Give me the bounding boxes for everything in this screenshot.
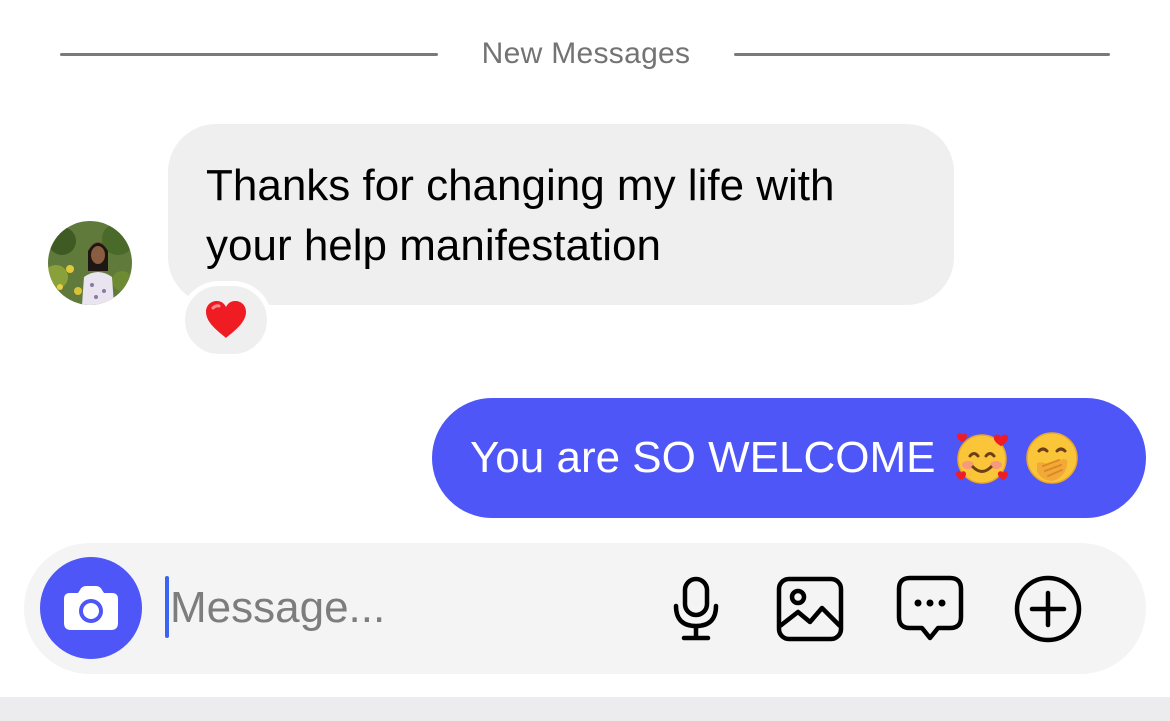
message-composer bbox=[24, 543, 1146, 674]
plus-icon bbox=[1014, 575, 1082, 643]
incoming-message-line: your help manifestation bbox=[206, 221, 661, 270]
sticker-button[interactable] bbox=[894, 573, 966, 645]
bottom-safe-area bbox=[0, 697, 1170, 721]
voice-message-button[interactable] bbox=[660, 573, 732, 645]
outgoing-message-text: You are SO WELCOME bbox=[470, 433, 936, 482]
more-options-button[interactable] bbox=[1012, 573, 1084, 645]
message-reaction[interactable] bbox=[180, 281, 272, 359]
incoming-message-text: Thanks for changing my life with your he… bbox=[206, 156, 946, 276]
gallery-icon bbox=[776, 576, 844, 642]
divider-line-right bbox=[734, 53, 1110, 56]
heart-emoji-icon bbox=[206, 301, 246, 338]
message-input[interactable] bbox=[170, 571, 630, 645]
smiling-face-with-hearts-emoji-icon bbox=[956, 433, 1009, 484]
new-messages-divider: New Messages bbox=[60, 30, 1110, 80]
gallery-button[interactable] bbox=[774, 573, 846, 645]
microphone-icon bbox=[673, 576, 719, 641]
divider-line-left bbox=[60, 53, 438, 56]
outgoing-message-bubble[interactable]: You are SO WELCOME bbox=[432, 398, 1146, 518]
incoming-message-line: Thanks for changing my life with bbox=[206, 161, 835, 210]
camera-icon bbox=[64, 586, 118, 630]
divider-label: New Messages bbox=[481, 37, 691, 70]
incoming-message-bubble[interactable]: Thanks for changing my life with your he… bbox=[168, 124, 954, 305]
camera-button[interactable] bbox=[40, 557, 142, 659]
text-caret bbox=[165, 576, 169, 638]
face-with-hand-over-mouth-emoji-icon bbox=[1026, 432, 1079, 484]
sender-avatar[interactable] bbox=[48, 221, 132, 305]
sticker-icon bbox=[896, 575, 964, 641]
